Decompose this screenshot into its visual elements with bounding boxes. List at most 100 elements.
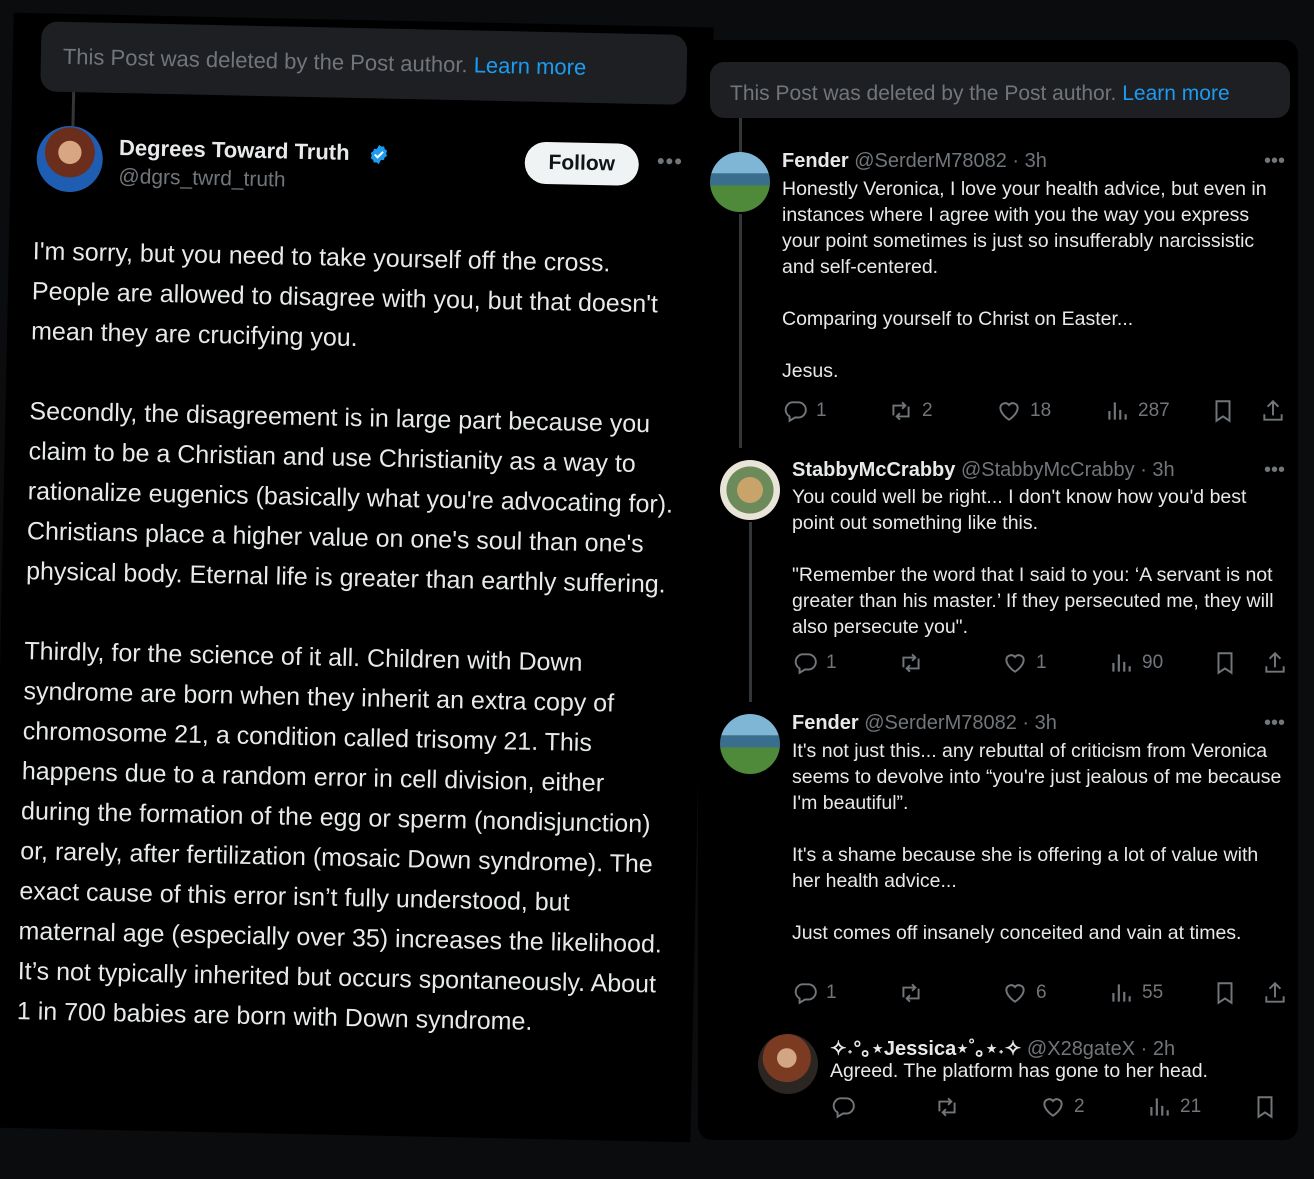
verified-badge-icon xyxy=(370,144,388,165)
right-screenshot-panel: This Post was deleted by the Post author… xyxy=(698,40,1298,1140)
deleted-post-banner: This Post was deleted by the Post author… xyxy=(710,62,1290,118)
like-action[interactable]: 6 xyxy=(1002,980,1047,1006)
views-action[interactable]: 21 xyxy=(1146,1094,1201,1120)
like-count: 18 xyxy=(1030,400,1052,421)
reply-icon xyxy=(794,983,817,1005)
share-icon xyxy=(1265,651,1285,673)
bookmark-icon xyxy=(1217,982,1233,1005)
bookmark-action[interactable] xyxy=(1212,650,1238,676)
bookmark-icon xyxy=(1215,400,1231,423)
views-action[interactable]: 55 xyxy=(1108,980,1163,1006)
like-count: 1 xyxy=(1036,652,1047,673)
share-action[interactable] xyxy=(1262,980,1288,1006)
reply-author-name[interactable]: Fender xyxy=(792,712,859,734)
reply-action[interactable]: 1 xyxy=(792,650,837,676)
more-options-icon[interactable]: ••• xyxy=(1264,712,1285,735)
share-icon xyxy=(1263,399,1283,421)
reply-author-name[interactable]: ✧˖°｡⋆Jessica⋆˚｡⋆˖✧ xyxy=(830,1038,1021,1060)
views-icon xyxy=(1112,984,1131,1002)
repost-icon xyxy=(902,983,920,1003)
reply-count: 1 xyxy=(826,652,837,673)
repost-action[interactable] xyxy=(898,650,924,676)
reply-icon xyxy=(832,1097,855,1119)
action-bar: 1 1 90 xyxy=(792,650,1292,680)
deleted-post-text: This Post was deleted by the Post author… xyxy=(730,82,1117,105)
like-count: 6 xyxy=(1036,982,1047,1003)
reply-header: Fender @SerderM78082 · 3h xyxy=(792,712,1057,735)
views-count: 21 xyxy=(1180,1096,1202,1117)
bookmark-icon xyxy=(1217,652,1233,675)
repost-action[interactable]: 2 xyxy=(888,398,933,424)
more-options-icon[interactable]: ••• xyxy=(1264,459,1285,482)
bookmark-action[interactable] xyxy=(1210,398,1236,424)
author-handle[interactable]: @dgrs_twrd_truth xyxy=(118,165,286,192)
reply-handle-time[interactable]: @X28gateX · 2h xyxy=(1027,1038,1175,1060)
like-action[interactable]: 18 xyxy=(996,398,1051,424)
author-name[interactable]: Degrees Toward Truth xyxy=(119,135,350,166)
like-action[interactable]: 2 xyxy=(1040,1094,1085,1120)
thread-connector xyxy=(71,92,76,127)
like-action[interactable]: 1 xyxy=(1002,650,1047,676)
bookmark-action[interactable] xyxy=(1212,980,1238,1006)
reply-handle-time[interactable]: @SerderM78082 · 3h xyxy=(854,150,1047,172)
repost-icon xyxy=(902,653,920,673)
reply-action[interactable] xyxy=(830,1094,856,1120)
more-options-icon[interactable]: ••• xyxy=(657,148,684,175)
bookmark-action[interactable] xyxy=(1252,1094,1278,1120)
thread-connector xyxy=(739,118,742,152)
post-body-text: I'm sorry, but you need to take yourself… xyxy=(16,237,674,1036)
views-icon xyxy=(1150,1098,1169,1116)
like-icon xyxy=(1005,984,1025,1003)
reply-action[interactable]: 1 xyxy=(792,980,837,1006)
reply-count: 1 xyxy=(826,982,837,1003)
deleted-post-text: This Post was deleted by the Post author… xyxy=(62,43,468,78)
views-icon xyxy=(1112,654,1131,672)
avatar[interactable] xyxy=(710,152,770,212)
reply-text: You could well be right... I don't know … xyxy=(792,486,1274,638)
share-action[interactable] xyxy=(1262,650,1288,676)
reply-text: Agreed. The platform has gone to her hea… xyxy=(830,1060,1208,1082)
share-action[interactable] xyxy=(1260,398,1286,424)
views-action[interactable]: 287 xyxy=(1104,398,1170,424)
action-bar: 1 2 18 287 xyxy=(782,398,1292,428)
repost-action[interactable] xyxy=(898,980,924,1006)
action-bar: 2 21 xyxy=(830,1094,1280,1124)
deleted-post-banner: This Post was deleted by the Post author… xyxy=(40,21,688,105)
more-options-icon[interactable]: ••• xyxy=(1264,150,1285,173)
learn-more-link[interactable]: Learn more xyxy=(473,52,586,79)
avatar[interactable] xyxy=(720,460,780,520)
follow-button[interactable]: Follow xyxy=(524,141,640,186)
reply-handle-time[interactable]: @StabbyMcCrabby · 3h xyxy=(961,459,1175,481)
reply-author-name[interactable]: Fender xyxy=(782,150,849,172)
reply-header: Fender @SerderM78082 · 3h xyxy=(782,150,1047,173)
reply-post[interactable]: ✧˖°｡⋆Jessica⋆˚｡⋆˖✧ @X28gateX · 2h Agreed… xyxy=(698,1020,1298,1130)
learn-more-link[interactable]: Learn more xyxy=(1122,82,1229,105)
like-icon xyxy=(1043,1098,1063,1117)
reply-author-name[interactable]: StabbyMcCrabby xyxy=(792,459,955,481)
repost-icon xyxy=(938,1097,956,1117)
repost-action[interactable] xyxy=(934,1094,960,1120)
reply-icon xyxy=(784,401,807,423)
views-icon xyxy=(1108,402,1127,420)
reply-text: Honestly Veronica, I love your health ad… xyxy=(782,178,1267,382)
reply-header: ✧˖°｡⋆Jessica⋆˚｡⋆˖✧ @X28gateX · 2h xyxy=(830,1032,1175,1061)
reply-icon xyxy=(794,653,817,675)
repost-count: 2 xyxy=(922,400,933,421)
avatar[interactable] xyxy=(720,714,780,774)
like-icon xyxy=(1005,654,1025,673)
views-count: 90 xyxy=(1142,652,1164,673)
avatar[interactable] xyxy=(36,125,104,193)
reply-post[interactable]: StabbyMcCrabby @StabbyMcCrabby · 3h ••• … xyxy=(698,444,1298,702)
bookmark-icon xyxy=(1257,1096,1273,1119)
reply-action[interactable]: 1 xyxy=(782,398,827,424)
reply-handle-time[interactable]: @SerderM78082 · 3h xyxy=(864,712,1057,734)
left-screenshot-panel: This Post was deleted by the Post author… xyxy=(0,12,714,1143)
like-icon xyxy=(999,402,1019,421)
avatar[interactable] xyxy=(758,1034,818,1094)
reply-header: StabbyMcCrabby @StabbyMcCrabby · 3h xyxy=(792,459,1175,482)
reply-post[interactable]: Fender @SerderM78082 · 3h ••• Honestly V… xyxy=(698,118,1298,448)
thread-connector xyxy=(739,214,742,448)
like-count: 2 xyxy=(1074,1096,1085,1117)
views-action[interactable]: 90 xyxy=(1108,650,1163,676)
reply-post[interactable]: Fender @SerderM78082 · 3h ••• It's not j… xyxy=(698,698,1298,1008)
